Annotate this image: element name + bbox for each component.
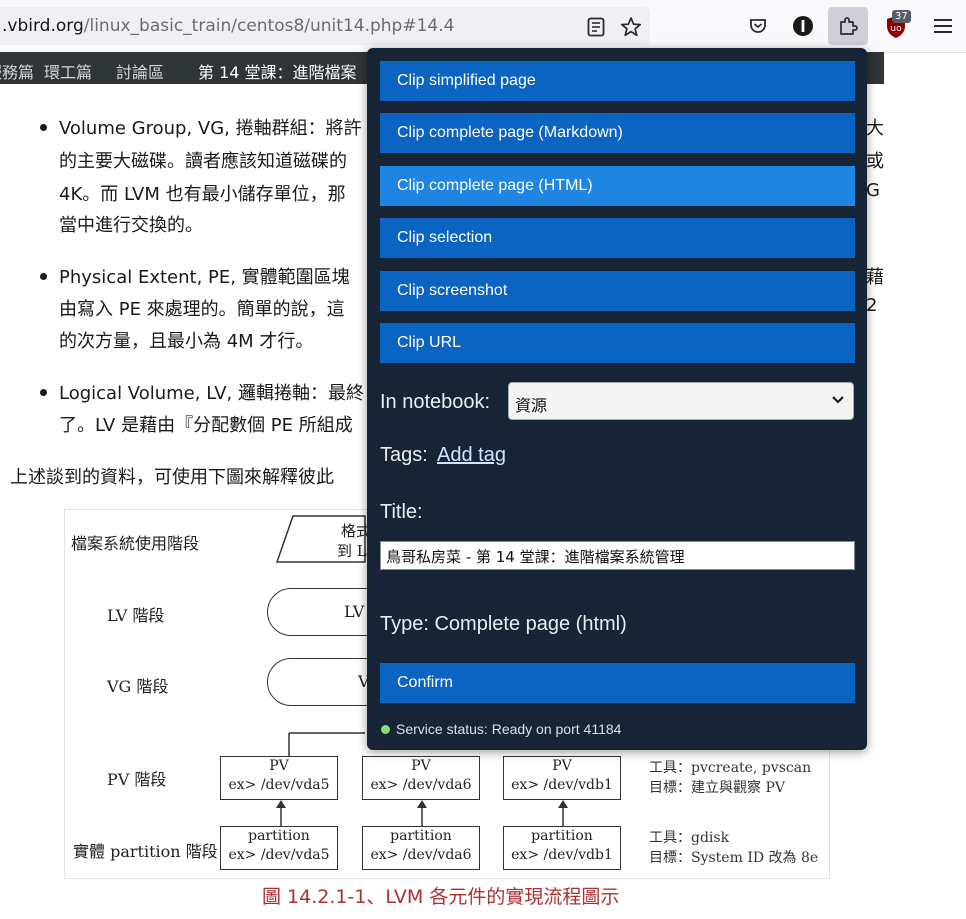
type-text: Type: Complete page (html)	[380, 613, 627, 635]
pv-box-2: PV ex> /dev/vda6	[362, 756, 480, 800]
bullet-lv-line: 了。LV 是藉由『分配數個 PE 所組成	[59, 415, 353, 436]
info-extension-icon[interactable]	[791, 14, 815, 38]
confirm-button[interactable]: Confirm	[380, 663, 855, 703]
partition-tool-line: 目標：System ID 改為 8e	[649, 850, 819, 866]
stage-lv-label: LV 階段	[107, 606, 165, 625]
bullet-lv-line: Logical Volume, LV, 邏輯捲軸：最終	[59, 383, 364, 404]
web-clipper-popup: Clip simplified page Clip complete page …	[367, 48, 867, 750]
pv-box-dev: ex> /dev/vdb1	[511, 777, 613, 793]
chevron-down-icon	[831, 389, 845, 415]
stage-vg-label: VG 階段	[107, 677, 169, 696]
clip-markdown-button[interactable]: Clip complete page (Markdown)	[380, 113, 855, 153]
paragraph-text: 上述談到的資料，可使用下圖來解釋彼此	[10, 467, 334, 488]
partition-tool-text: 工具：gdisk 目標：System ID 改為 8e	[649, 828, 818, 868]
nav-item-env[interactable]: 環工篇	[44, 59, 92, 83]
pv-tool-line: 工具：pvcreate, pvscan	[649, 760, 812, 776]
pv-box-3: PV ex> /dev/vdb1	[503, 756, 621, 800]
partition-box-title: partition	[248, 828, 310, 844]
notebook-select-value: 資源	[515, 396, 548, 415]
bullet-vg-line: Volume Group, VG, 捲軸群組：將許	[59, 118, 362, 139]
partition-box-2: partition ex> /dev/vda6	[362, 826, 480, 870]
pv-box-dev: ex> /dev/vda5	[228, 777, 330, 793]
pv-box-1: PV ex> /dev/vda5	[220, 756, 338, 800]
edge-char: 或	[866, 151, 884, 172]
partition-box-dev: ex> /dev/vda5	[228, 847, 330, 863]
notebook-label: In notebook:	[380, 391, 491, 413]
stage-partition-label: 實體 partition 階段	[73, 842, 218, 861]
lv-pill-text: LV	[344, 602, 365, 621]
figure-caption: 圖 14.2.1-1、LVM 各元件的實現流程圖示	[262, 886, 620, 908]
url-path: /linux_basic_train/centos8/unit14.php#14…	[83, 16, 455, 36]
title-input[interactable]: 鳥哥私房菜 - 第 14 堂課：進階檔案系統管理	[380, 541, 855, 570]
bullet-dot	[40, 124, 47, 131]
partition-box-3: partition ex> /dev/vdb1	[503, 826, 621, 870]
notebook-select[interactable]: 資源	[508, 382, 854, 420]
arrow-head	[276, 800, 286, 808]
partition-tool-line: 工具：gdisk	[649, 830, 730, 846]
status-ok-icon	[381, 725, 390, 734]
partition-box-title: partition	[390, 828, 452, 844]
pv-box-title: PV	[552, 758, 572, 774]
extension-badge: 37	[892, 10, 911, 23]
extensions-puzzle-icon[interactable]	[828, 7, 868, 45]
partition-box-1: partition ex> /dev/vda5	[220, 826, 338, 870]
stage-pv-label: PV 階段	[107, 770, 167, 789]
edge-char: G	[866, 180, 880, 201]
bullet-dot	[40, 273, 47, 280]
url-text[interactable]: .vbird.org/linux_basic_train/centos8/uni…	[2, 16, 454, 36]
pv-box-title: PV	[411, 758, 431, 774]
nav-item-forum[interactable]: 討論區	[116, 59, 164, 83]
clip-url-button[interactable]: Clip URL	[380, 323, 855, 363]
partition-box-dev: ex> /dev/vda6	[370, 847, 472, 863]
pv-box-dev: ex> /dev/vda6	[370, 777, 472, 793]
service-status: Service status: Ready on port 41184	[396, 721, 622, 737]
pv-box-title: PV	[269, 758, 289, 774]
clip-html-button[interactable]: Clip complete page (HTML)	[380, 166, 855, 206]
bookmark-star-icon[interactable]	[618, 15, 644, 39]
menu-hamburger-icon[interactable]	[931, 14, 955, 38]
bullet-pe-line: 的次方量，且最小為 4M 才行。	[59, 331, 314, 352]
edge-char: 大	[866, 118, 884, 139]
pv-tool-text: 工具：pvcreate, pvscan 目標：建立與觀察 PV	[649, 758, 811, 798]
bullet-dot	[40, 389, 47, 396]
clip-selection-button[interactable]: Clip selection	[380, 218, 855, 258]
fs-box-text-2: 到 L	[337, 542, 367, 560]
bullet-vg-line: 4K。而 LVM 也有最小儲存單位，那	[59, 184, 346, 205]
add-tag-link[interactable]: Add tag	[437, 444, 506, 467]
edge-char: 藉	[866, 267, 884, 288]
tags-label: Tags:	[380, 444, 428, 466]
url-host: .vbird.org	[2, 16, 84, 36]
nav-item-service[interactable]: 服務篇	[0, 59, 34, 83]
pocket-icon[interactable]	[746, 14, 770, 38]
url-bar[interactable]: .vbird.org/linux_basic_train/centos8/uni…	[0, 7, 650, 45]
edge-char: 2	[866, 295, 878, 316]
bullet-pe-line: Physical Extent, PE, 實體範圍區塊	[59, 267, 350, 288]
bullet-pe-line: 由寫入 PE 來處理的。簡單的說，這	[59, 299, 345, 320]
arrow-head	[417, 800, 427, 808]
partition-box-dev: ex> /dev/vdb1	[511, 847, 613, 863]
arrow-head	[558, 800, 568, 808]
nav-item-current[interactable]: 第 14 堂課：進階檔案	[198, 59, 357, 83]
partition-box-title: partition	[531, 828, 593, 844]
bullet-vg-line: 當中進行交換的。	[59, 215, 203, 236]
clip-screenshot-button[interactable]: Clip screenshot	[380, 271, 855, 311]
stage-fs-label: 檔案系統使用階段	[71, 534, 200, 553]
clip-simplified-button[interactable]: Clip simplified page	[380, 61, 855, 101]
title-label: Title:	[380, 501, 423, 523]
svg-text:uo: uo	[890, 24, 902, 34]
reader-view-icon[interactable]	[584, 15, 608, 39]
pv-tool-line: 目標：建立與觀察 PV	[649, 780, 785, 796]
bullet-vg-line: 的主要大磁碟。讀者應該知道磁碟的	[59, 151, 347, 172]
browser-toolbar: .vbird.org/linux_basic_train/centos8/uni…	[0, 0, 966, 53]
